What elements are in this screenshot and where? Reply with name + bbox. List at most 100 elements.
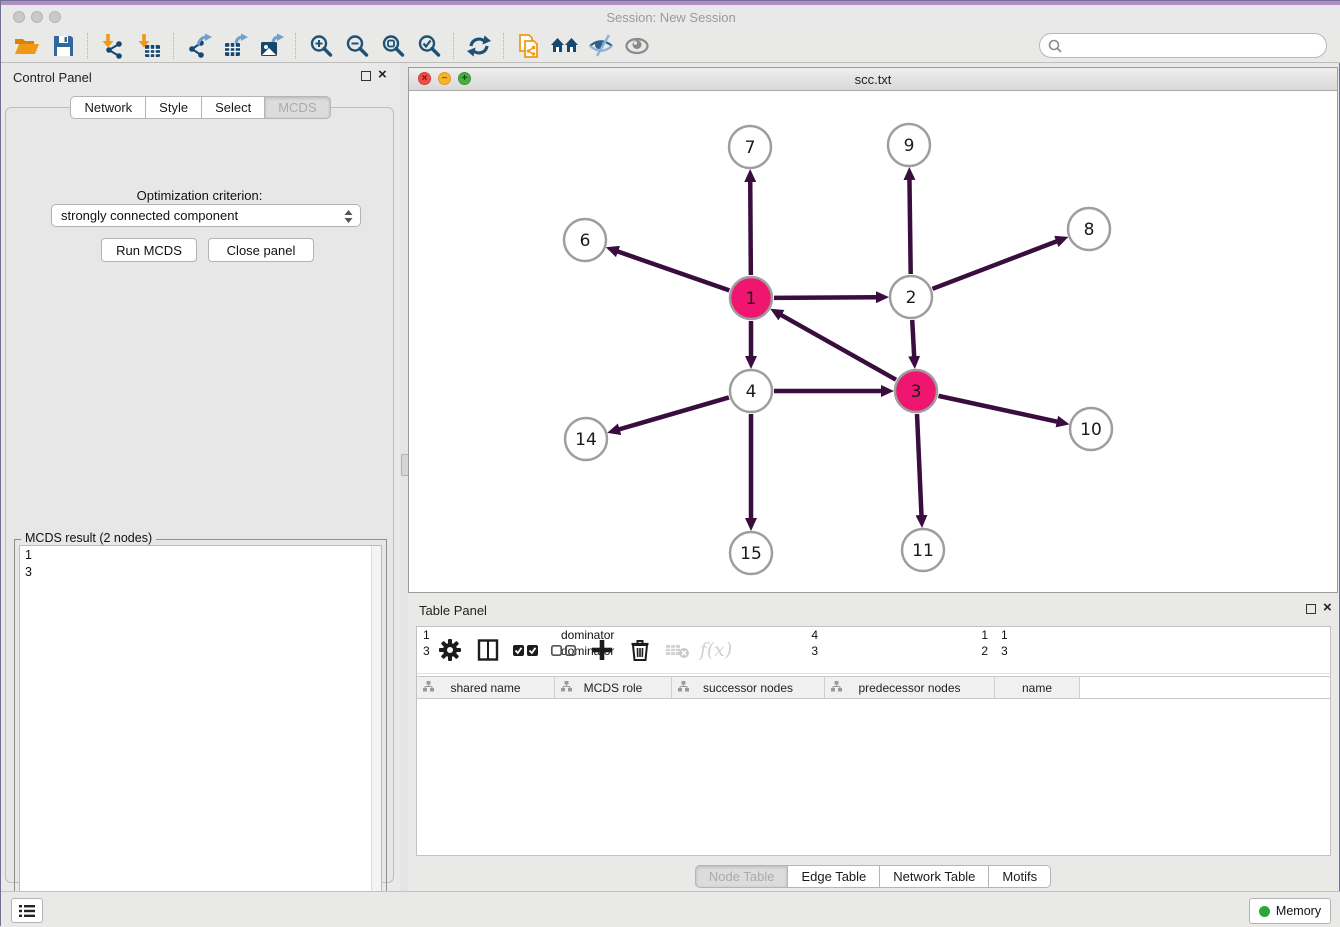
- graph-node-1[interactable]: 1: [730, 277, 772, 319]
- table-tab-edge-table[interactable]: Edge Table: [788, 865, 880, 888]
- tab-mcds[interactable]: MCDS: [265, 96, 330, 119]
- criterion-dropdown[interactable]: strongly connected component: [51, 204, 361, 227]
- graph-node-10[interactable]: 10: [1070, 408, 1112, 450]
- table-tab-network-table[interactable]: Network Table: [880, 865, 989, 888]
- graph-node-2[interactable]: 2: [890, 276, 932, 318]
- export-network-icon[interactable]: [181, 31, 217, 61]
- close-panel-icon[interactable]: ×: [378, 67, 387, 83]
- column-header-MCDS-role[interactable]: MCDS role: [555, 677, 672, 698]
- close-panel-button[interactable]: Close panel: [208, 238, 314, 262]
- mcds-result-title: MCDS result (2 nodes): [21, 531, 156, 545]
- select-all-icon[interactable]: [507, 633, 545, 667]
- svg-text:4: 4: [746, 382, 757, 402]
- graph-node-7[interactable]: 7: [729, 126, 771, 168]
- graph-node-9[interactable]: 9: [888, 124, 930, 166]
- import-network-icon[interactable]: [95, 31, 131, 61]
- mcds-result-scrollbar[interactable]: [371, 546, 381, 917]
- graph-node-3[interactable]: 3: [895, 370, 937, 412]
- toolbar-separator: [295, 33, 297, 59]
- tab-select[interactable]: Select: [202, 96, 265, 119]
- graph-edge-1-2[interactable]: [774, 297, 877, 298]
- control-panel-tabs: NetworkStyleSelectMCDS: [1, 96, 400, 119]
- memory-button[interactable]: Memory: [1249, 898, 1331, 924]
- apply-layout-icon[interactable]: [461, 31, 497, 61]
- graph-edge-3-11[interactable]: [917, 414, 921, 516]
- svg-text:10: 10: [1080, 420, 1102, 440]
- panel-splitter[interactable]: [400, 63, 408, 891]
- table-panel-title: Table Panel: [419, 603, 487, 618]
- svg-text:8: 8: [1084, 220, 1095, 240]
- mcds-result-group: MCDS result (2 nodes) 13: [14, 539, 387, 923]
- tab-style[interactable]: Style: [146, 96, 202, 119]
- toolbar-separator: [173, 33, 175, 59]
- column-header-successor-nodes[interactable]: successor nodes: [672, 677, 825, 698]
- control-panel-title: Control Panel: [13, 70, 92, 85]
- graph-node-4[interactable]: 4: [730, 370, 772, 412]
- show-column-icon[interactable]: [469, 633, 507, 667]
- titlebar: Session: New Session: [1, 5, 1340, 30]
- tab-network[interactable]: Network: [70, 96, 146, 119]
- graph-edge-2-9[interactable]: [909, 179, 910, 274]
- svg-text:7: 7: [745, 138, 756, 158]
- toolbar-separator: [453, 33, 455, 59]
- list-icon: [19, 905, 35, 917]
- zoom-selected-icon[interactable]: [411, 31, 447, 61]
- graph-edge-3-10[interactable]: [938, 396, 1057, 422]
- delete-row-icon[interactable]: [621, 633, 659, 667]
- network-canvas[interactable]: 7 9 6 8 1 2 4 3 14 10 15 11: [409, 90, 1337, 592]
- run-mcds-button[interactable]: Run MCDS: [101, 238, 197, 262]
- zoom-out-icon[interactable]: [339, 31, 375, 61]
- delete-table-icon[interactable]: [659, 633, 697, 667]
- column-header-name[interactable]: name: [995, 677, 1080, 698]
- column-header-predecessor-nodes[interactable]: predecessor nodes: [825, 677, 995, 698]
- mcds-result-textarea[interactable]: 13: [19, 545, 382, 918]
- svg-text:14: 14: [575, 430, 597, 450]
- network-window-titlebar: × − + scc.txt: [409, 68, 1337, 91]
- clone-network-icon[interactable]: [511, 31, 547, 61]
- graph-edge-1-6[interactable]: [617, 251, 729, 290]
- graph-node-11[interactable]: 11: [902, 529, 944, 571]
- graph-edge-2-3[interactable]: [912, 320, 914, 357]
- svg-text:2: 2: [906, 288, 917, 308]
- export-image-icon[interactable]: [253, 31, 289, 61]
- search-input[interactable]: [1067, 37, 1326, 54]
- graph-node-8[interactable]: 8: [1068, 208, 1110, 250]
- open-session-icon[interactable]: [9, 31, 45, 61]
- save-session-icon[interactable]: [45, 31, 81, 61]
- svg-text:6: 6: [580, 231, 591, 251]
- mcds-result-line: 3: [20, 563, 381, 580]
- graph-node-6[interactable]: 6: [564, 219, 606, 261]
- svg-text:15: 15: [740, 544, 762, 564]
- deselect-all-icon[interactable]: [545, 633, 583, 667]
- search-icon: [1048, 39, 1062, 53]
- float-panel-icon[interactable]: [361, 71, 371, 81]
- level-of-detail-icon[interactable]: [619, 31, 655, 61]
- column-header-shared-name[interactable]: shared name: [417, 677, 555, 698]
- table-tab-motifs[interactable]: Motifs: [989, 865, 1051, 888]
- graph-edge-4-14[interactable]: [619, 397, 729, 429]
- mcds-tab-content: Optimization criterion: strongly connect…: [5, 107, 394, 883]
- table-tab-node-table[interactable]: Node Table: [695, 865, 789, 888]
- zoom-in-icon[interactable]: [303, 31, 339, 61]
- task-history-button[interactable]: [11, 898, 43, 923]
- fit-content-icon[interactable]: [375, 31, 411, 61]
- graph-node-14[interactable]: 14: [565, 418, 607, 460]
- export-table-icon[interactable]: [217, 31, 253, 61]
- graph-edge-1-7[interactable]: [750, 181, 751, 275]
- table-toolbar: f(x): [417, 627, 1330, 674]
- tree-hierarchy-icon: [561, 681, 572, 695]
- dropdown-stepper-icon: [344, 209, 353, 227]
- ndex-home-icon[interactable]: [547, 31, 583, 61]
- graph-edge-3-1[interactable]: [781, 315, 896, 380]
- hide-graphics-details-icon[interactable]: [583, 31, 619, 61]
- graph-edge-2-8[interactable]: [932, 241, 1057, 289]
- apply-function-icon[interactable]: f(x): [697, 633, 735, 667]
- add-row-icon[interactable]: [583, 633, 621, 667]
- table-settings-icon[interactable]: [431, 633, 469, 667]
- close-table-panel-icon[interactable]: ×: [1323, 600, 1332, 616]
- table-panel: Table Panel ×: [408, 596, 1338, 891]
- memory-status-icon: [1259, 906, 1270, 917]
- import-table-icon[interactable]: [131, 31, 167, 61]
- graph-node-15[interactable]: 15: [730, 532, 772, 574]
- float-table-panel-icon[interactable]: [1306, 604, 1316, 614]
